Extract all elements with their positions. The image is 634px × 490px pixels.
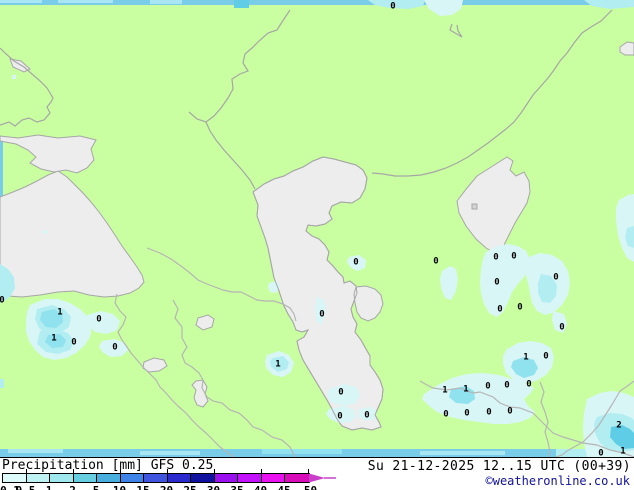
precip-value-marker: 0 — [526, 379, 532, 390]
weather-map-window: 00101001000000000010110000000000201 Prec… — [0, 0, 634, 490]
precip-value-marker: 0 — [464, 408, 470, 419]
scale-tick — [213, 469, 215, 473]
precip-value-marker: 0 — [504, 380, 510, 391]
scale-box — [237, 473, 263, 483]
scale-box — [72, 473, 98, 483]
scale-box — [49, 473, 75, 483]
precip-value-marker: 1 — [442, 385, 448, 396]
precip-value-marker: 1 — [463, 384, 469, 395]
precip-value-marker: 0 — [364, 410, 370, 421]
precip-value-marker: 0 — [494, 277, 500, 288]
scale-label: 5 — [93, 484, 100, 490]
weather-map — [0, 0, 634, 457]
precip-value-marker: 0 — [0, 295, 5, 306]
precip-value-marker: 0 — [443, 409, 449, 420]
precip-value-marker: 0 — [319, 309, 325, 320]
scale-box — [284, 473, 310, 483]
scale-label: 2 — [69, 484, 76, 490]
scale-label: 15 — [136, 484, 149, 490]
scale-label: 20 — [160, 484, 173, 490]
precip-value-marker: 0 — [390, 1, 396, 12]
scale-box — [96, 473, 122, 483]
precip-value-marker: 0 — [543, 351, 549, 362]
precip-value-marker: 0 — [507, 406, 513, 417]
precip-value-marker: 0 — [71, 337, 77, 348]
legend-title: Precipitation [mm] GFS 0.25 — [2, 458, 220, 474]
precip-value-marker: 1 — [523, 352, 529, 363]
precip-value-marker: 1 — [51, 333, 57, 344]
scale-tick — [72, 469, 74, 473]
precip-value-marker: 0 — [553, 272, 559, 283]
scale-arrow-icon — [308, 473, 336, 483]
precip-value-marker: 0 — [353, 257, 359, 268]
scale-box — [2, 473, 28, 483]
scale-label: 45 — [277, 484, 290, 490]
scale-label: 1 — [46, 484, 53, 490]
precip-value-marker: 1 — [275, 359, 281, 370]
precip-value-marker: 0 — [96, 314, 102, 325]
precip-value-marker: 0 — [338, 387, 344, 398]
legend-bar: Precipitation [mm] GFS 0.25 Su 21-12-202… — [0, 457, 634, 490]
scale-label: 25 — [183, 484, 196, 490]
scale-label: 30 — [207, 484, 220, 490]
scale-tick — [119, 469, 121, 473]
scale-box — [260, 473, 286, 483]
scale-tick — [25, 469, 27, 473]
scale-box — [213, 473, 239, 483]
copyright-notice: ©weatheronline.co.uk — [485, 474, 631, 488]
scale-box — [143, 473, 169, 483]
precip-value-marker: 0 — [517, 302, 523, 313]
precip-value-marker: 1 — [620, 446, 626, 457]
scale-label: 40 — [254, 484, 267, 490]
scale-tick — [166, 469, 168, 473]
precipitation-color-scale: 0.10.5125101520253035404550 — [0, 469, 351, 490]
precip-value-marker: 1 — [57, 307, 63, 318]
precip-value-marker: 2 — [616, 420, 622, 431]
forecast-datetime: Su 21-12-2025 12..15 UTC (00+39) — [367, 459, 631, 474]
scale-label: 0.5 — [16, 484, 36, 490]
precip-value-marker: 0 — [497, 304, 503, 315]
precip-value-marker: 0 — [559, 322, 565, 333]
scale-box — [190, 473, 216, 483]
precip-value-marker: 0 — [493, 252, 499, 263]
scale-label: 50 — [304, 484, 317, 490]
precip-value-marker: 0 — [337, 411, 343, 422]
precip-value-marker: 0 — [511, 251, 517, 262]
scale-box — [119, 473, 145, 483]
aral-island — [471, 203, 478, 210]
scale-label: 35 — [230, 484, 243, 490]
scale-label: 10 — [113, 484, 126, 490]
precip-value-marker: 0 — [112, 342, 118, 353]
scale-box — [25, 473, 51, 483]
scale-box — [166, 473, 192, 483]
scale-tick — [260, 469, 262, 473]
precip-value-marker: 0 — [486, 407, 492, 418]
precip-value-marker: 0 — [485, 381, 491, 392]
precip-value-marker: 0 — [433, 256, 439, 267]
